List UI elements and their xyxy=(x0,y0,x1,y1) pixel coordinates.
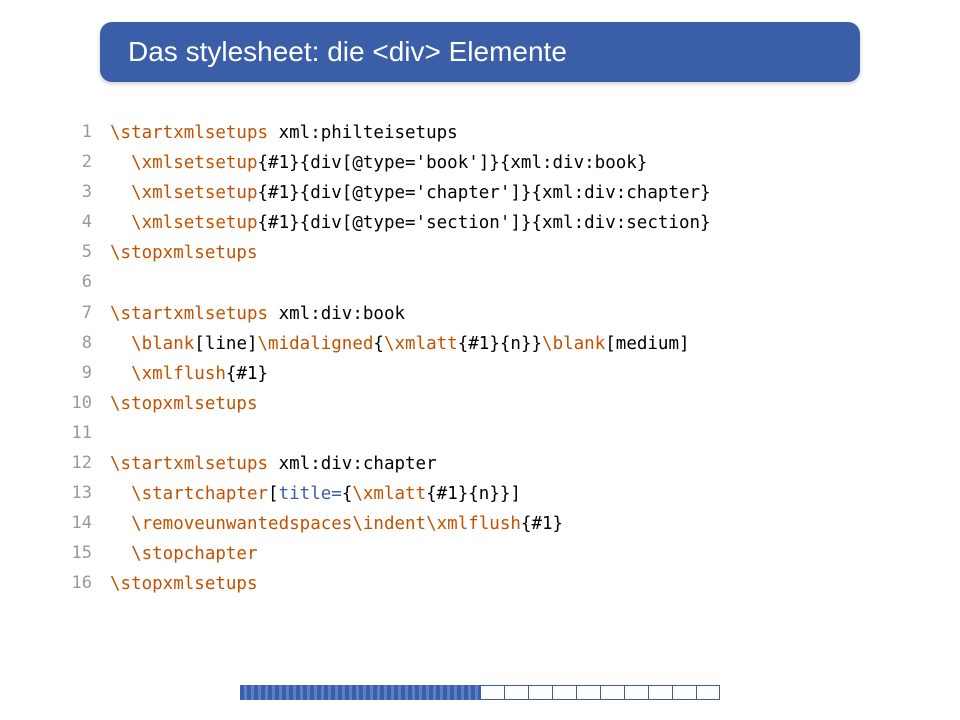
progress-empty xyxy=(480,685,720,700)
line-number: 15 xyxy=(62,539,110,569)
code-text: \stopchapter xyxy=(110,539,258,569)
code-line: 13 \startchapter[title={\xmlatt{#1}{n}}] xyxy=(62,479,900,509)
progress-bar xyxy=(240,685,720,700)
line-number: 6 xyxy=(62,268,110,298)
line-number: 14 xyxy=(62,509,110,539)
line-number: 12 xyxy=(62,449,110,479)
code-line: 2 \xmlsetsetup{#1}{div[@type='book']}{xm… xyxy=(62,148,900,178)
code-text xyxy=(110,419,121,449)
code-line: 6 xyxy=(62,268,900,298)
line-number: 1 xyxy=(62,118,110,148)
code-line: 9 \xmlflush{#1} xyxy=(62,359,900,389)
code-text: \xmlsetsetup{#1}{div[@type='book']}{xml:… xyxy=(110,148,647,178)
code-text: \xmlflush{#1} xyxy=(110,359,268,389)
code-line: 7\startxmlsetups xml:div:book xyxy=(62,299,900,329)
title-text: Das stylesheet: die <div> Elemente xyxy=(128,36,567,68)
code-text: \startxmlsetups xml:philteisetups xyxy=(110,118,458,148)
code-text: \startchapter[title={\xmlatt{#1}{n}}] xyxy=(110,479,521,509)
line-number: 3 xyxy=(62,178,110,208)
code-line: 11 xyxy=(62,419,900,449)
code-text: \xmlsetsetup{#1}{div[@type='section']}{x… xyxy=(110,208,711,238)
line-number: 16 xyxy=(62,569,110,599)
code-text: \stopxmlsetups xyxy=(110,389,258,419)
code-line: 3 \xmlsetsetup{#1}{div[@type='chapter']}… xyxy=(62,178,900,208)
line-number: 13 xyxy=(62,479,110,509)
line-number: 5 xyxy=(62,238,110,268)
line-number: 2 xyxy=(62,148,110,178)
code-text: \removeunwantedspaces\indent\xmlflush{#1… xyxy=(110,509,563,539)
line-number: 4 xyxy=(62,208,110,238)
code-line: 8 \blank[line]\midaligned{\xmlatt{#1}{n}… xyxy=(62,329,900,359)
code-text xyxy=(110,268,121,298)
code-line: 16\stopxmlsetups xyxy=(62,569,900,599)
page-title: Das stylesheet: die <div> Elemente xyxy=(100,22,860,82)
code-block: 1\startxmlsetups xml:philteisetups2 \xml… xyxy=(62,118,900,600)
code-line: 4 \xmlsetsetup{#1}{div[@type='section']}… xyxy=(62,208,900,238)
line-number: 7 xyxy=(62,299,110,329)
code-line: 1\startxmlsetups xml:philteisetups xyxy=(62,118,900,148)
code-text: \blank[line]\midaligned{\xmlatt{#1}{n}}\… xyxy=(110,329,690,359)
line-number: 8 xyxy=(62,329,110,359)
code-text: \stopxmlsetups xyxy=(110,238,258,268)
code-text: \stopxmlsetups xyxy=(110,569,258,599)
code-line: 15 \stopchapter xyxy=(62,539,900,569)
code-text: \startxmlsetups xml:div:chapter xyxy=(110,449,437,479)
line-number: 10 xyxy=(62,389,110,419)
line-number: 11 xyxy=(62,419,110,449)
line-number: 9 xyxy=(62,359,110,389)
code-text: \startxmlsetups xml:div:book xyxy=(110,299,405,329)
code-line: 12\startxmlsetups xml:div:chapter xyxy=(62,449,900,479)
code-line: 10\stopxmlsetups xyxy=(62,389,900,419)
code-text: \xmlsetsetup{#1}{div[@type='chapter']}{x… xyxy=(110,178,711,208)
code-line: 5\stopxmlsetups xyxy=(62,238,900,268)
code-line: 14 \removeunwantedspaces\indent\xmlflush… xyxy=(62,509,900,539)
progress-fill xyxy=(240,685,480,700)
